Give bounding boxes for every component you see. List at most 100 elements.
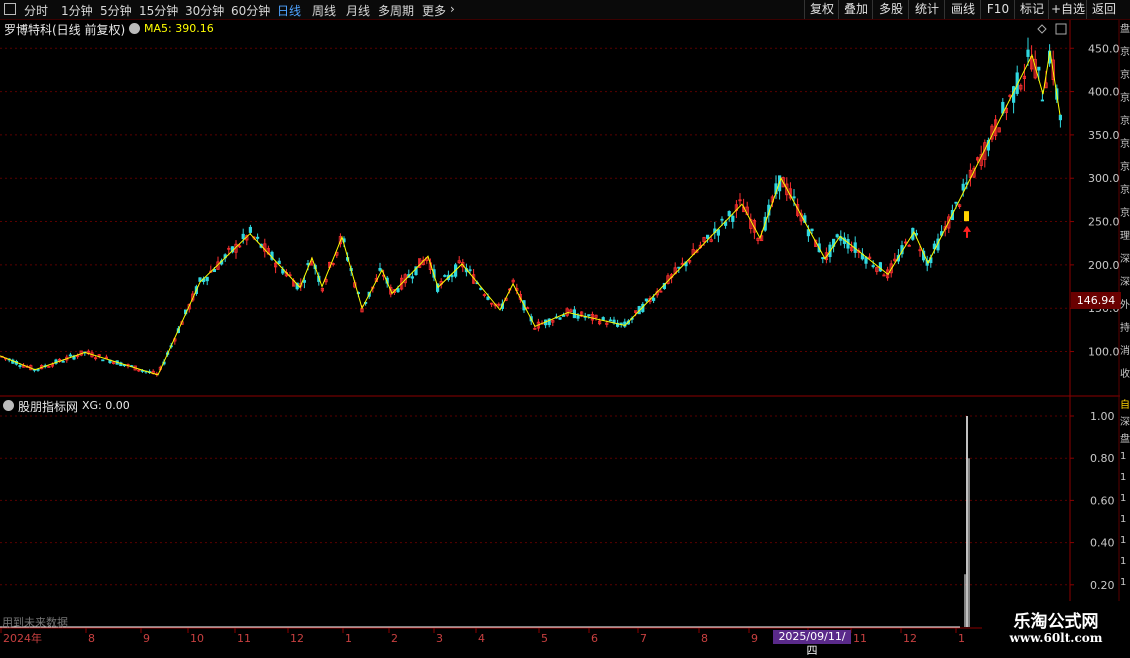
stock-title: 罗博特科(日线 前复权) (4, 23, 126, 37)
side-info-char: 京 (1120, 47, 1130, 58)
side-info-char: 1 (1120, 556, 1127, 567)
side-info-char: 理 (1120, 231, 1130, 242)
candle-body (277, 260, 281, 265)
x-tick-label: 8 (88, 632, 95, 645)
x-tick-label: 2 (391, 632, 398, 645)
side-info-char: 深 (1120, 254, 1130, 265)
candle-body (1040, 99, 1044, 102)
side-info-char: 1 (1120, 596, 1130, 598)
candle-body (644, 298, 649, 302)
candle-body (241, 233, 245, 239)
candle-body (1037, 66, 1041, 71)
candle-body (587, 314, 591, 317)
candle-body (101, 359, 105, 362)
x-tick-label: 11 (237, 632, 251, 645)
side-info-char: 京 (1120, 185, 1130, 196)
chart-grid (0, 47, 1068, 586)
y-tick-label: 200.0 (1088, 259, 1120, 272)
candle-body (608, 319, 613, 322)
x-tick-label: 12 (903, 632, 917, 645)
side-info-char: 消 (1120, 346, 1130, 357)
side-info-char: 盘 (1120, 434, 1130, 445)
x-tick-label: 1 (345, 632, 352, 645)
candle-body (878, 262, 883, 272)
y-tick-label: 450.0 (1088, 42, 1120, 55)
side-info-char: 自 (1120, 400, 1130, 411)
side-info-char: 京 (1120, 116, 1130, 127)
side-info-char: 1 (1120, 451, 1127, 462)
side-info-char: 1 (1120, 514, 1127, 525)
candle-body (576, 315, 580, 319)
candle-body (61, 360, 65, 363)
x-tick-label: 8 (701, 632, 708, 645)
x-tick-label: 4 (478, 632, 485, 645)
chart-axes (0, 20, 1120, 633)
zigzag-line (0, 50, 1061, 376)
xg-signal-series (964, 416, 970, 627)
side-info-char: 深 (1120, 277, 1130, 288)
cursor-date-badge: 2025/09/11/四 (773, 630, 851, 657)
x-tick-label: 5 (541, 632, 548, 645)
side-info-char: 京 (1120, 208, 1130, 219)
candle-body (871, 265, 875, 268)
side-info-char: 京 (1120, 70, 1130, 81)
candle-body (716, 229, 721, 236)
y-tick-label: 1.00 (1090, 410, 1115, 423)
candle-body (954, 201, 958, 204)
brand-watermark: 乐淘公式网 www.60lt.com (982, 601, 1130, 650)
y-tick-label: 300.0 (1088, 172, 1120, 185)
diamond-icon[interactable] (1037, 24, 1047, 34)
candle-body (562, 314, 566, 317)
brand-url: www.60lt.com (1009, 631, 1103, 645)
side-info-char: 1 (1120, 493, 1127, 504)
y-tick-label: 250.0 (1088, 216, 1120, 229)
side-info-strip: 盘京京京京京京京京理深深外持消收 (1120, 22, 1130, 394)
candle-body (558, 317, 562, 320)
candle-body (601, 317, 605, 321)
signal-box (964, 211, 969, 222)
side-info-char: 京 (1120, 162, 1130, 173)
x-tick-label: 12 (290, 632, 304, 645)
chevron-down-icon[interactable] (3, 400, 14, 411)
x-tick-label: 7 (640, 632, 647, 645)
candle-body (792, 196, 796, 199)
kline-chart[interactable]: 2024年891011121234567891011121 450.0400.0… (0, 0, 1130, 650)
x-tick-label: 3 (436, 632, 443, 645)
candle-body (410, 276, 415, 279)
candle-body (720, 218, 724, 221)
y-tick-label: 100.0 (1088, 346, 1120, 359)
candle-body (205, 276, 209, 282)
y-tick-label: 0.40 (1090, 537, 1115, 550)
candle-body (652, 297, 656, 301)
candle-body (378, 267, 382, 271)
candle-body (821, 257, 825, 260)
x-tick-label: 6 (591, 632, 598, 645)
candle-body (727, 211, 731, 217)
side-info-strip-indicator: 自深盘1111111111 (1120, 398, 1130, 598)
up-arrow-icon (963, 225, 971, 238)
candle-body (486, 296, 490, 300)
x-tick-label: 9 (751, 632, 758, 645)
buy-signal-marker (963, 211, 971, 238)
candle-body (68, 354, 72, 357)
candle-body (1026, 49, 1030, 57)
candle-body (677, 266, 681, 269)
y-tick-label: 0.80 (1090, 452, 1115, 465)
future-data-note: 用到未来数据 (2, 616, 68, 629)
x-tick-label: 9 (143, 632, 150, 645)
window-toggle-icon[interactable] (1055, 23, 1067, 35)
ma5-label: MA5: 390.16 (144, 22, 214, 35)
side-info-char: 外 (1120, 300, 1130, 311)
candle-body (468, 269, 472, 272)
chevron-down-icon[interactable] (129, 23, 140, 34)
candle-body (255, 236, 260, 239)
side-info-char: 京 (1120, 139, 1130, 150)
current-price-label: 146.94 (1071, 292, 1121, 309)
candle-body (731, 215, 735, 222)
y-tick-label: 0.60 (1090, 494, 1115, 507)
indicator-title: 股朋指标网 (18, 400, 79, 414)
candle-body (248, 226, 252, 233)
side-info-char: 持 (1120, 323, 1130, 334)
x-tick-label: 1 (958, 632, 965, 645)
brand-name: 乐淘公式网 (1013, 612, 1099, 632)
